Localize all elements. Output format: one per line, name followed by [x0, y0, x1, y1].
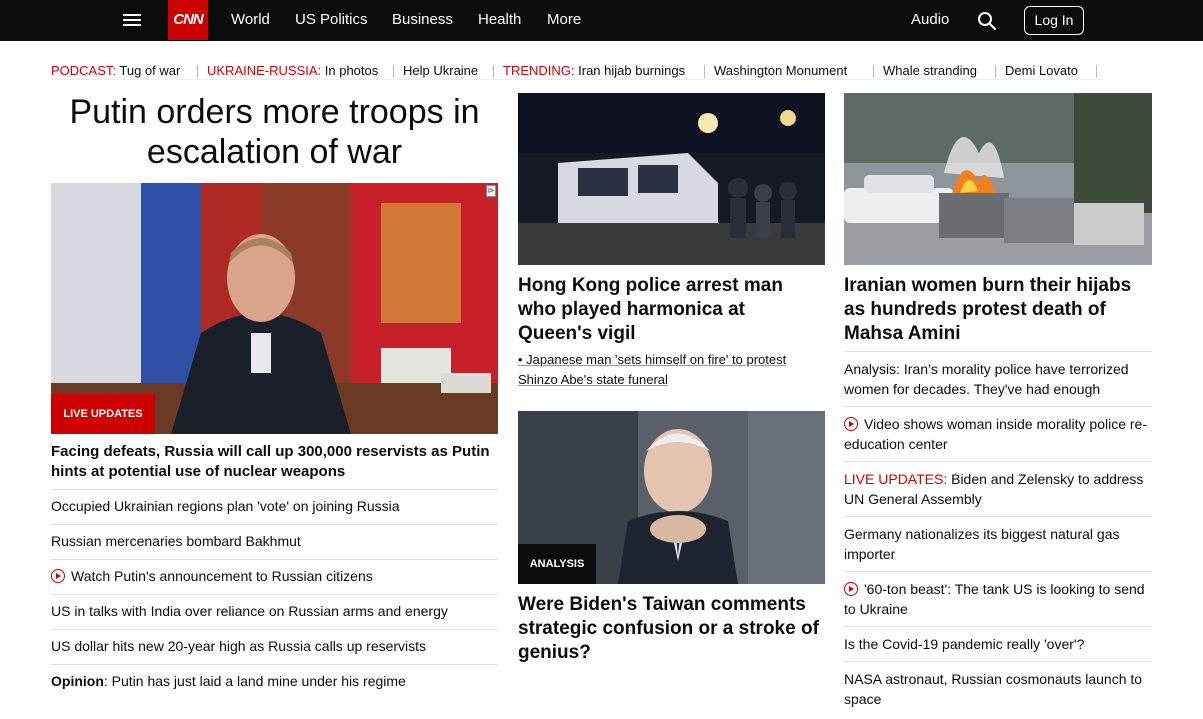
trending-kicker: TRENDING: — [503, 63, 575, 78]
play-icon — [844, 582, 858, 596]
divider — [393, 65, 394, 78]
trending-podcast[interactable]: PODCAST: Tug of war — [51, 62, 180, 82]
trending-text: Iran hijab burnings — [578, 63, 686, 78]
list-item-text: Is the Covid-19 pandemic really 'over'? — [844, 636, 1085, 652]
list-item-text: US in talks with India over reliance on … — [51, 603, 448, 619]
podcast-text: Tug of war — [119, 63, 181, 78]
list-item-text: Analysis: Iran’s morality police have te… — [844, 361, 1129, 397]
trending-help-ukraine[interactable]: Help Ukraine — [403, 62, 478, 82]
divider — [197, 65, 198, 78]
ukraine-kicker: UKRAINE-RUSSIA: — [207, 63, 322, 78]
list-item[interactable]: US in talks with India over reliance on … — [51, 594, 498, 629]
nav-world[interactable]: World — [231, 0, 270, 40]
list-item[interactable]: '60-ton beast': The tank US is looking t… — [844, 571, 1152, 626]
cnn-logo[interactable]: CNN — [168, 0, 208, 40]
list-item-text: Watch Putin's announcement to Russian ci… — [71, 568, 373, 584]
list-item[interactable]: Video shows woman inside morality police… — [844, 406, 1152, 461]
list-item[interactable]: Watch Putin's announcement to Russian ci… — [51, 559, 498, 594]
lead-subheadline[interactable]: Facing defeats, Russia will call up 300,… — [51, 442, 498, 482]
list-item[interactable]: Analysis: Iran’s morality police have te… — [844, 351, 1152, 406]
trending-ukraine[interactable]: UKRAINE-RUSSIA: In photos — [207, 62, 378, 82]
live-updates-badge: LIVE UPDATES — [51, 394, 155, 434]
list-item[interactable]: Russian mercenaries bombard Bakhmut — [51, 524, 498, 559]
lead-headline[interactable]: Putin orders more troops in escalation o… — [51, 92, 498, 172]
podcast-kicker: PODCAST: — [51, 63, 117, 78]
biden-headline[interactable]: Were Biden's Taiwan comments strategic c… — [518, 593, 825, 665]
list-item-text: '60-ton beast': The tank US is looking t… — [844, 581, 1145, 617]
analysis-badge: ANALYSIS — [518, 544, 596, 584]
list-item[interactable]: Germany nationalizes its biggest natural… — [844, 516, 1152, 571]
list-item[interactable]: Is the Covid-19 pandemic really 'over'? — [844, 626, 1152, 661]
play-icon — [844, 417, 858, 431]
trending-washington[interactable]: Washington Monument — [714, 62, 847, 82]
divider — [995, 65, 996, 78]
ukraine-text: In photos — [324, 63, 379, 78]
nav-audio[interactable]: Audio — [911, 0, 949, 40]
play-icon — [51, 569, 65, 583]
opinion-kicker: Opinion — [51, 673, 104, 689]
ad-choice-glyph: ⊳ — [487, 186, 495, 195]
nav-more[interactable]: More — [547, 0, 581, 40]
trending-iran[interactable]: TRENDING: Iran hijab burnings — [503, 62, 685, 82]
list-item-text: NASA astronaut, Russian cosmonauts launc… — [844, 671, 1143, 707]
nav-us-politics[interactable]: US Politics — [295, 0, 368, 40]
iran-headline[interactable]: Iranian women burn their hijabs as hundr… — [844, 274, 1152, 346]
list-item-text: Occupied Ukrainian regions plan 'vote' o… — [51, 498, 400, 514]
divider — [704, 65, 705, 78]
list-item-text: Russian mercenaries bombard Bakhmut — [51, 533, 301, 549]
ad-choice-icon[interactable]: ⊳ — [486, 185, 496, 197]
list-item-text: Video shows woman inside morality police… — [844, 416, 1147, 452]
list-item-text: Germany nationalizes its biggest natural… — [844, 526, 1120, 562]
list-item[interactable]: US dollar hits new 20-year high as Russi… — [51, 629, 498, 664]
hong-kong-image[interactable] — [518, 93, 825, 265]
nav-health[interactable]: Health — [478, 0, 521, 40]
live-kicker: LIVE UPDATES: — [844, 471, 948, 487]
hong-kong-headline[interactable]: Hong Kong police arrest man who played h… — [518, 274, 818, 346]
opinion-text: : Putin has just laid a land mine under … — [103, 673, 406, 689]
list-item-text: US dollar hits new 20-year high as Russi… — [51, 638, 427, 654]
list-item[interactable]: NASA astronaut, Russian cosmonauts launc… — [844, 661, 1152, 716]
iran-image[interactable] — [844, 93, 1152, 265]
trending-demi[interactable]: Demi Lovato — [1005, 62, 1078, 82]
list-item[interactable]: Occupied Ukrainian regions plan 'vote' o… — [51, 489, 498, 524]
search-icon[interactable] — [976, 10, 998, 32]
top-nav: CNN World US Politics Business Health Mo… — [0, 0, 1203, 41]
list-item[interactable]: LIVE UPDATES: Biden and Zelensky to addr… — [844, 461, 1152, 516]
divider — [873, 65, 874, 78]
nav-business[interactable]: Business — [392, 0, 453, 40]
menu-icon[interactable] — [120, 9, 144, 31]
opinion-item[interactable]: Opinion: Putin has just laid a land mine… — [51, 664, 498, 699]
divider — [493, 65, 494, 78]
trending-whale[interactable]: Whale stranding — [883, 62, 977, 82]
login-button[interactable]: Log In — [1024, 6, 1084, 35]
japan-subheadline[interactable]: • Japanese man 'sets himself on fire' to… — [518, 350, 825, 390]
divider — [1096, 65, 1097, 78]
